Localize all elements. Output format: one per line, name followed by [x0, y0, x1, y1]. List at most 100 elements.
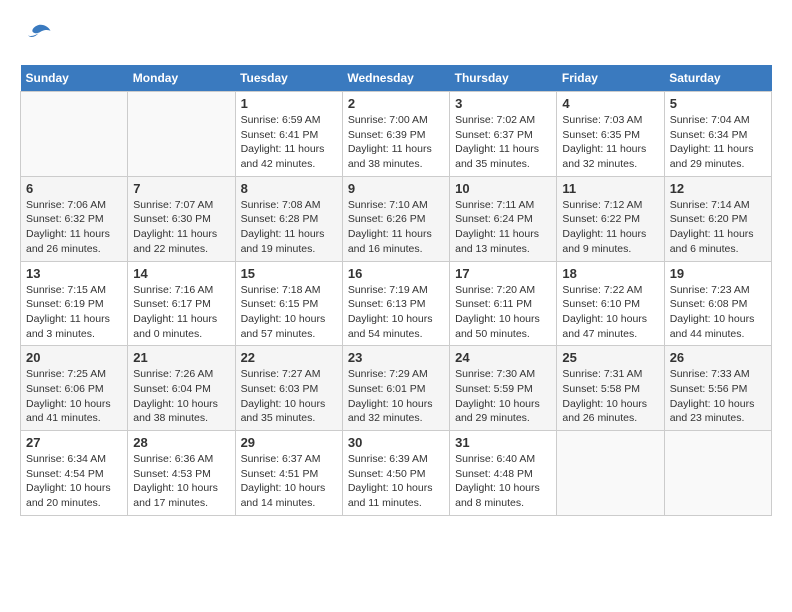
weekday-header-friday: Friday: [557, 65, 664, 92]
day-info: Sunrise: 7:27 AM Sunset: 6:03 PM Dayligh…: [241, 367, 337, 426]
calendar-cell: 9Sunrise: 7:10 AM Sunset: 6:26 PM Daylig…: [342, 176, 449, 261]
calendar-cell: 31Sunrise: 6:40 AM Sunset: 4:48 PM Dayli…: [450, 431, 557, 516]
day-info: Sunrise: 7:00 AM Sunset: 6:39 PM Dayligh…: [348, 113, 444, 172]
day-number: 16: [348, 266, 444, 281]
weekday-header-wednesday: Wednesday: [342, 65, 449, 92]
weekday-header-sunday: Sunday: [21, 65, 128, 92]
day-info: Sunrise: 6:59 AM Sunset: 6:41 PM Dayligh…: [241, 113, 337, 172]
calendar-cell: 15 Sunrise: 7:18 AM Sunset: 6:15 PM Dayli…: [235, 261, 342, 346]
calendar-cell: 12 Sunrise: 7:14 AM Sunset: 6:20 PM Dayli…: [664, 176, 771, 261]
calendar-cell: 17 Sunrise: 7:20 AM Sunset: 6:11 PM Dayli…: [450, 261, 557, 346]
day-info: Sunrise: 7:31 AM Sunset: 5:58 PM Dayligh…: [562, 367, 658, 426]
day-info: Sunrise: 7:02 AM Sunset: 6:37 PM Dayligh…: [455, 113, 551, 172]
calendar-cell: 16Sunrise: 7:19 AM Sunset: 6:13 PM Dayli…: [342, 261, 449, 346]
calendar-cell: 24 Sunrise: 7:30 AM Sunset: 5:59 PM Dayli…: [450, 346, 557, 431]
day-number: 18: [562, 266, 658, 281]
day-number: 10: [455, 181, 551, 196]
calendar-table: SundayMondayTuesdayWednesdayThursdayFrid…: [20, 65, 772, 516]
calendar-cell: [664, 431, 771, 516]
calendar-cell: 8 Sunrise: 7:08 AM Sunset: 6:28 PM Daylig…: [235, 176, 342, 261]
day-number: 15: [241, 266, 337, 281]
calendar-cell: 25 Sunrise: 7:31 AM Sunset: 5:58 PM Dayli…: [557, 346, 664, 431]
day-number: 1: [241, 96, 337, 111]
calendar-cell: 5 Sunrise: 7:04 AM Sunset: 6:34 PM Daylig…: [664, 92, 771, 177]
calendar-week-3: 13 Sunrise: 7:15 AM Sunset: 6:19 PM Dayli…: [21, 261, 772, 346]
day-number: 12: [670, 181, 766, 196]
calendar-cell: 6 Sunrise: 7:06 AM Sunset: 6:32 PM Daylig…: [21, 176, 128, 261]
page-header: [20, 20, 772, 55]
calendar-cell: 19 Sunrise: 7:23 AM Sunset: 6:08 PM Dayli…: [664, 261, 771, 346]
weekday-header-tuesday: Tuesday: [235, 65, 342, 92]
day-info: Sunrise: 7:16 AM Sunset: 6:17 PM Dayligh…: [133, 283, 229, 342]
calendar-cell: 3 Sunrise: 7:02 AM Sunset: 6:37 PM Daylig…: [450, 92, 557, 177]
day-number: 24: [455, 350, 551, 365]
calendar-cell: 20Sunrise: 7:25 AM Sunset: 6:06 PM Dayli…: [21, 346, 128, 431]
calendar-cell: 4 Sunrise: 7:03 AM Sunset: 6:35 PM Daylig…: [557, 92, 664, 177]
calendar-cell: 28Sunrise: 6:36 AM Sunset: 4:53 PM Dayli…: [128, 431, 235, 516]
logo-icon: [22, 20, 52, 50]
calendar-cell: 30 Sunrise: 6:39 AM Sunset: 4:50 PM Dayli…: [342, 431, 449, 516]
calendar-week-1: 1 Sunrise: 6:59 AM Sunset: 6:41 PM Daylig…: [21, 92, 772, 177]
day-number: 7: [133, 181, 229, 196]
calendar-cell: 11 Sunrise: 7:12 AM Sunset: 6:22 PM Dayli…: [557, 176, 664, 261]
calendar-week-4: 20Sunrise: 7:25 AM Sunset: 6:06 PM Dayli…: [21, 346, 772, 431]
day-number: 4: [562, 96, 658, 111]
logo: [20, 20, 52, 55]
day-info: Sunrise: 7:33 AM Sunset: 5:56 PM Dayligh…: [670, 367, 766, 426]
day-number: 21: [133, 350, 229, 365]
day-number: 29: [241, 435, 337, 450]
calendar-cell: [557, 431, 664, 516]
day-info: Sunrise: 7:30 AM Sunset: 5:59 PM Dayligh…: [455, 367, 551, 426]
day-info: Sunrise: 7:25 AM Sunset: 6:06 PM Dayligh…: [26, 367, 122, 426]
day-number: 6: [26, 181, 122, 196]
day-info: Sunrise: 6:37 AM Sunset: 4:51 PM Dayligh…: [241, 452, 337, 511]
day-number: 30: [348, 435, 444, 450]
day-number: 25: [562, 350, 658, 365]
day-number: 3: [455, 96, 551, 111]
calendar-cell: 1 Sunrise: 6:59 AM Sunset: 6:41 PM Daylig…: [235, 92, 342, 177]
calendar-cell: 14Sunrise: 7:16 AM Sunset: 6:17 PM Dayli…: [128, 261, 235, 346]
day-info: Sunrise: 6:36 AM Sunset: 4:53 PM Dayligh…: [133, 452, 229, 511]
day-info: Sunrise: 7:12 AM Sunset: 6:22 PM Dayligh…: [562, 198, 658, 257]
day-number: 26: [670, 350, 766, 365]
day-number: 9: [348, 181, 444, 196]
calendar-cell: 26 Sunrise: 7:33 AM Sunset: 5:56 PM Dayli…: [664, 346, 771, 431]
day-info: Sunrise: 7:20 AM Sunset: 6:11 PM Dayligh…: [455, 283, 551, 342]
calendar-body: 1 Sunrise: 6:59 AM Sunset: 6:41 PM Daylig…: [21, 92, 772, 516]
day-number: 2: [348, 96, 444, 111]
day-number: 19: [670, 266, 766, 281]
calendar-cell: [21, 92, 128, 177]
day-info: Sunrise: 7:29 AM Sunset: 6:01 PM Dayligh…: [348, 367, 444, 426]
day-number: 8: [241, 181, 337, 196]
calendar-cell: 18Sunrise: 7:22 AM Sunset: 6:10 PM Dayli…: [557, 261, 664, 346]
calendar-cell: 13 Sunrise: 7:15 AM Sunset: 6:19 PM Dayli…: [21, 261, 128, 346]
day-info: Sunrise: 7:26 AM Sunset: 6:04 PM Dayligh…: [133, 367, 229, 426]
day-info: Sunrise: 6:39 AM Sunset: 4:50 PM Dayligh…: [348, 452, 444, 511]
day-info: Sunrise: 7:18 AM Sunset: 6:15 PM Dayligh…: [241, 283, 337, 342]
day-info: Sunrise: 7:06 AM Sunset: 6:32 PM Dayligh…: [26, 198, 122, 257]
day-info: Sunrise: 7:15 AM Sunset: 6:19 PM Dayligh…: [26, 283, 122, 342]
calendar-header: SundayMondayTuesdayWednesdayThursdayFrid…: [21, 65, 772, 92]
day-info: Sunrise: 7:23 AM Sunset: 6:08 PM Dayligh…: [670, 283, 766, 342]
calendar-cell: 21 Sunrise: 7:26 AM Sunset: 6:04 PM Dayli…: [128, 346, 235, 431]
calendar-week-2: 6 Sunrise: 7:06 AM Sunset: 6:32 PM Daylig…: [21, 176, 772, 261]
calendar-week-5: 27Sunrise: 6:34 AM Sunset: 4:54 PM Dayli…: [21, 431, 772, 516]
calendar-cell: 10Sunrise: 7:11 AM Sunset: 6:24 PM Dayli…: [450, 176, 557, 261]
day-number: 13: [26, 266, 122, 281]
weekday-header-monday: Monday: [128, 65, 235, 92]
calendar-cell: 29 Sunrise: 6:37 AM Sunset: 4:51 PM Dayli…: [235, 431, 342, 516]
day-number: 17: [455, 266, 551, 281]
day-info: Sunrise: 7:08 AM Sunset: 6:28 PM Dayligh…: [241, 198, 337, 257]
calendar-cell: 23Sunrise: 7:29 AM Sunset: 6:01 PM Dayli…: [342, 346, 449, 431]
day-info: Sunrise: 7:14 AM Sunset: 6:20 PM Dayligh…: [670, 198, 766, 257]
day-number: 5: [670, 96, 766, 111]
calendar-cell: 22 Sunrise: 7:27 AM Sunset: 6:03 PM Dayli…: [235, 346, 342, 431]
day-number: 22: [241, 350, 337, 365]
day-info: Sunrise: 7:04 AM Sunset: 6:34 PM Dayligh…: [670, 113, 766, 172]
weekday-header-thursday: Thursday: [450, 65, 557, 92]
calendar-cell: [128, 92, 235, 177]
calendar-cell: 2 Sunrise: 7:00 AM Sunset: 6:39 PM Daylig…: [342, 92, 449, 177]
day-info: Sunrise: 7:03 AM Sunset: 6:35 PM Dayligh…: [562, 113, 658, 172]
calendar-cell: 27Sunrise: 6:34 AM Sunset: 4:54 PM Dayli…: [21, 431, 128, 516]
day-number: 11: [562, 181, 658, 196]
